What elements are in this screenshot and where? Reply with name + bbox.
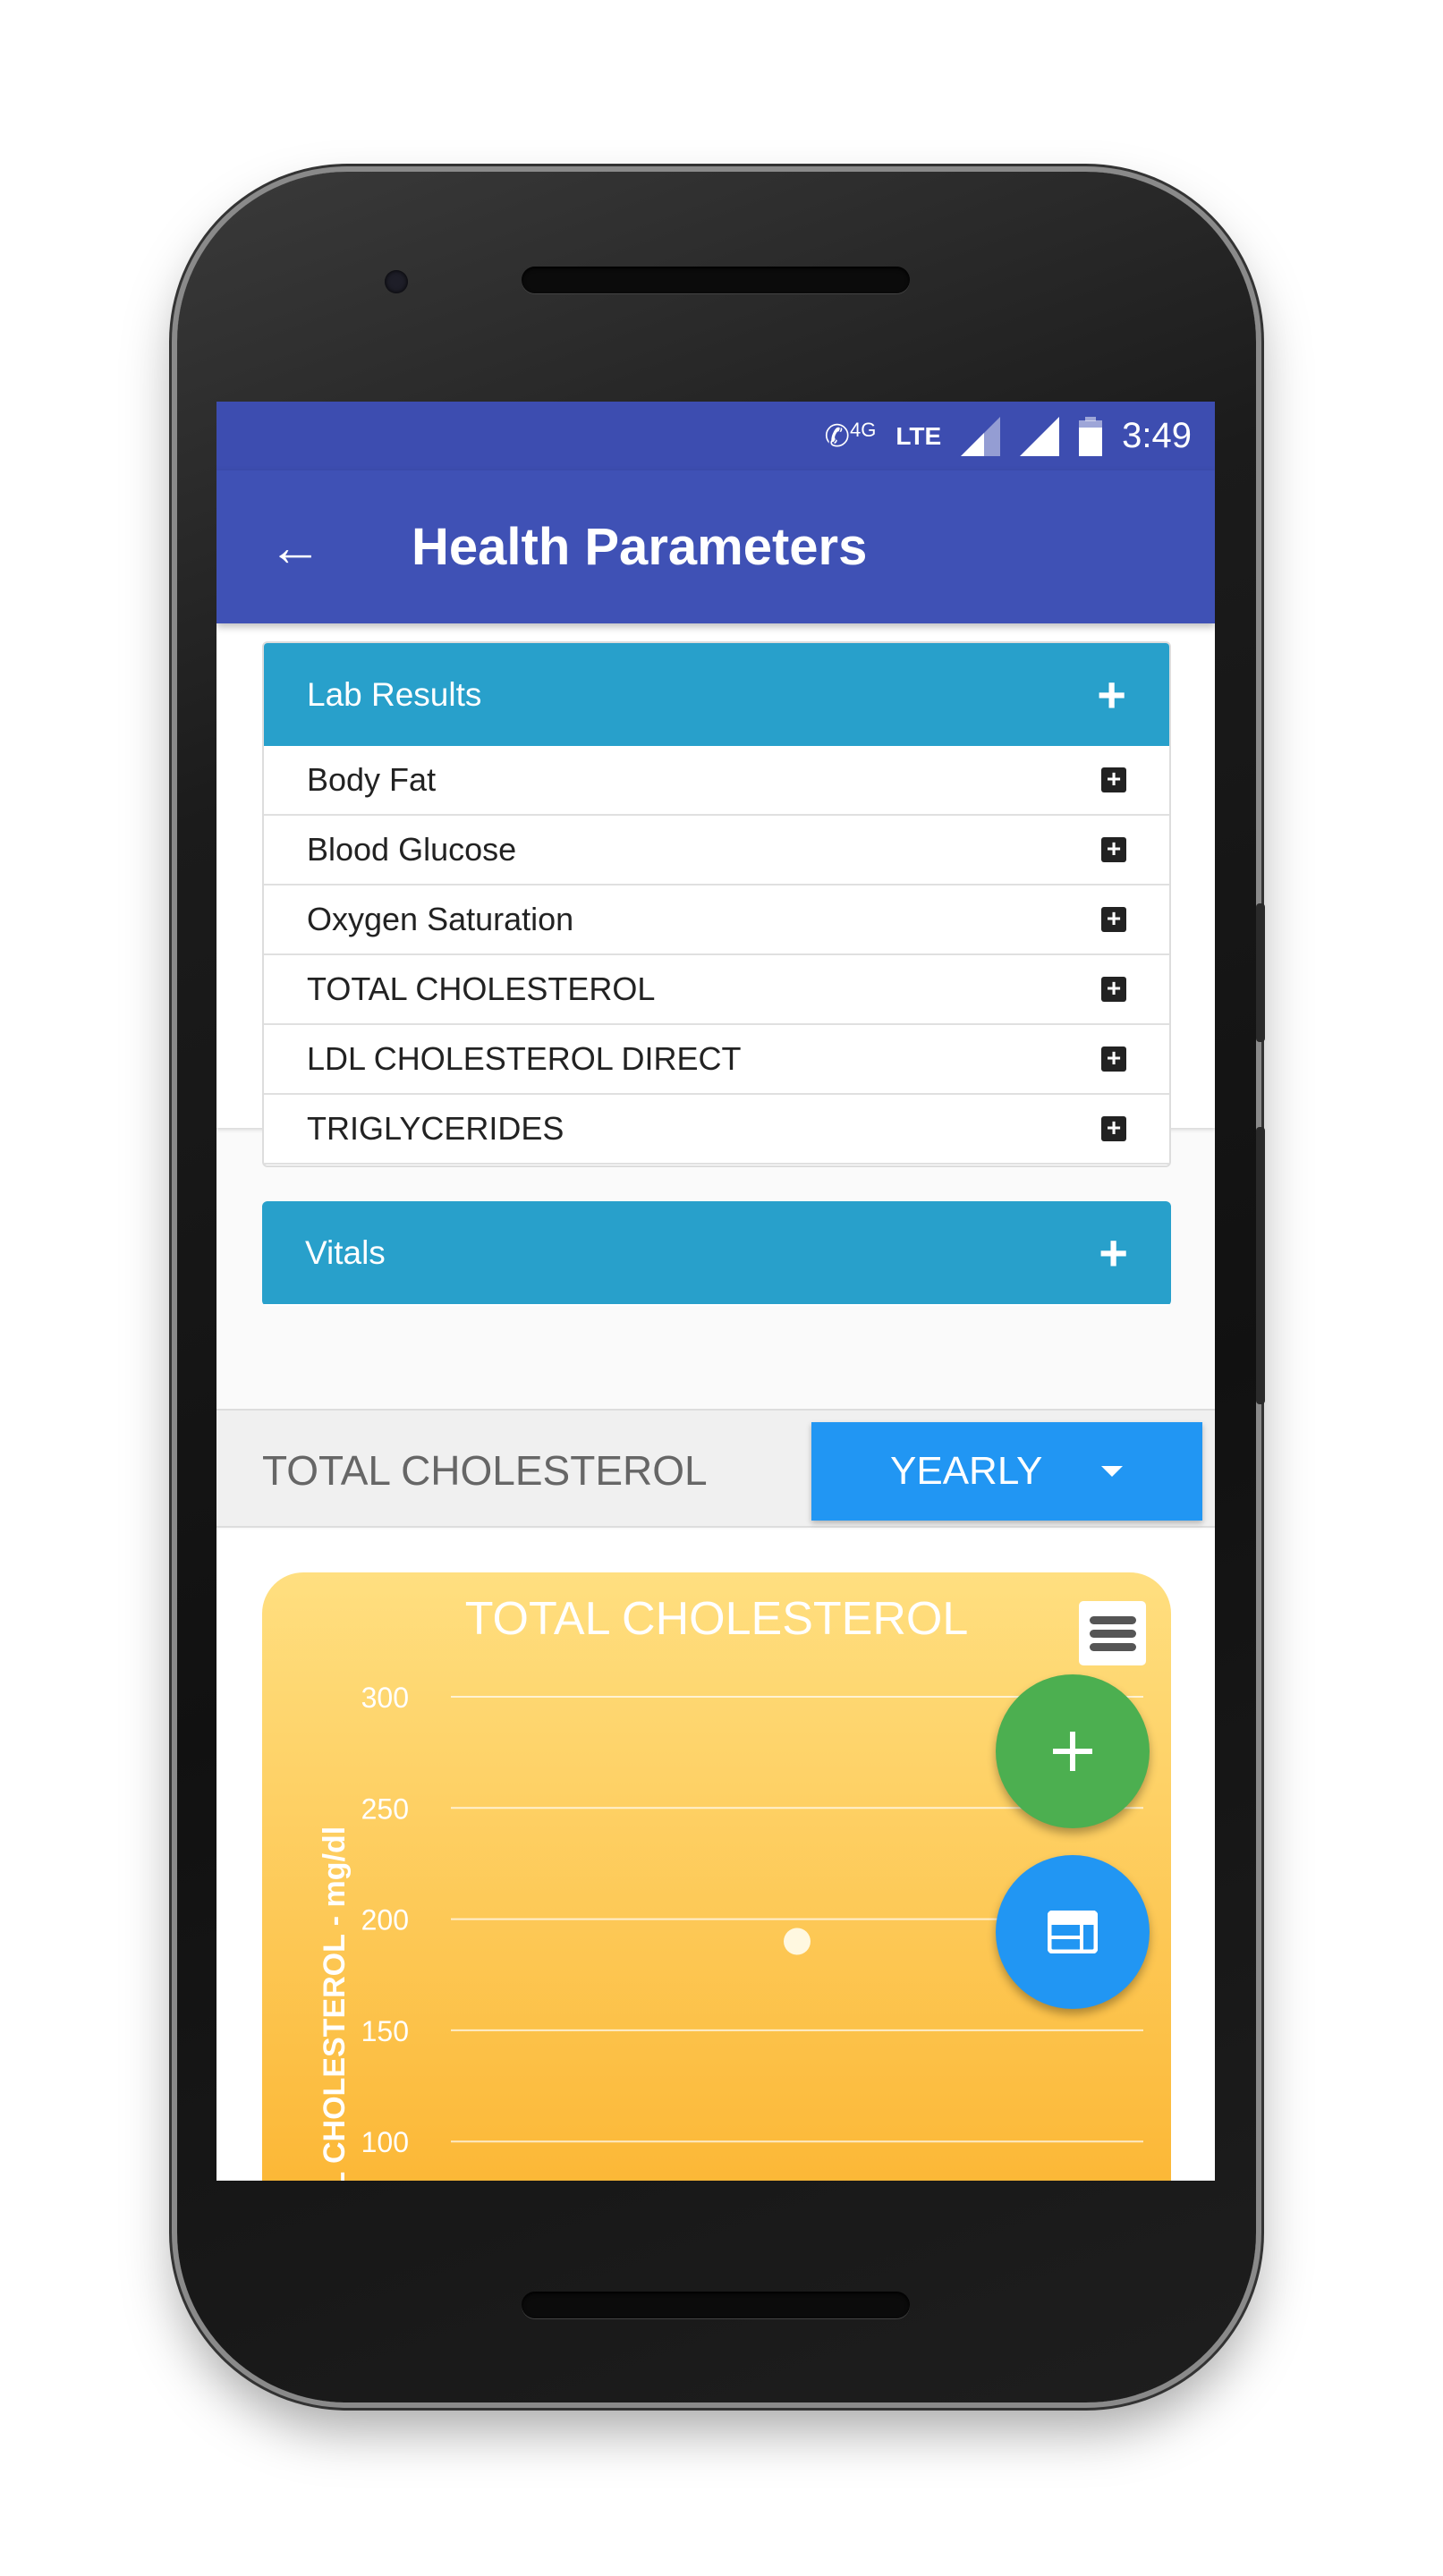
plus-box-icon[interactable]: + <box>1101 767 1126 792</box>
item-label: LDL CHOLESTEROL DIRECT <box>307 1040 742 1077</box>
period-select-value: YEARLY <box>890 1449 1043 1493</box>
y-axis-label: TOTAL CHOLESTEROL - mg/dl <box>318 1826 352 2181</box>
parameter-section-bar: TOTAL CHOLESTEROL YEARLY <box>216 1409 1215 1528</box>
status-bar: ✆4G LTE 3:49 <box>216 402 1215 470</box>
list-item[interactable]: Blood Glucose + <box>264 816 1169 886</box>
y-tick-label: 200 <box>361 1904 409 1936</box>
vitals-header[interactable]: Vitals + <box>262 1201 1171 1304</box>
y-tick-label: 250 <box>361 1792 409 1825</box>
plus-box-icon[interactable]: + <box>1101 1115 1126 1141</box>
plus-icon[interactable]: + <box>1097 665 1126 724</box>
add-reading-button[interactable] <box>996 1674 1150 1828</box>
item-label: TRIGLYCERIDES <box>307 1110 564 1147</box>
y-tick-label: 150 <box>361 2015 409 2047</box>
list-item[interactable]: Body Fat + <box>264 746 1169 816</box>
lab-results-label: Lab Results <box>307 675 482 713</box>
item-label: Blood Glucose <box>307 831 517 868</box>
page-title: Health Parameters <box>412 518 868 576</box>
power-button <box>1256 1127 1265 1404</box>
plus-box-icon[interactable]: + <box>1101 976 1126 1002</box>
parameters-panel: Lab Results + Body Fat + Blood Glucose + O… <box>216 623 1215 1306</box>
plus-box-icon[interactable]: + <box>1101 1046 1126 1072</box>
item-label: TOTAL CHOLESTEROL <box>307 970 656 1007</box>
toolbar: ← Health Parameters <box>216 470 1215 623</box>
section-title: TOTAL CHOLESTEROL <box>262 1447 708 1494</box>
arrow-left-icon[interactable]: ← <box>268 520 322 574</box>
caret-down-icon <box>1101 1466 1124 1477</box>
app-screen: ✆4G LTE 3:49 ← Health Parameters Lab Res… <box>216 402 1215 2181</box>
table-view-button[interactable] <box>996 1855 1150 2009</box>
network-type: LTE <box>896 421 942 450</box>
list-item[interactable]: Oxygen Saturation + <box>264 886 1169 955</box>
top-speaker <box>522 267 910 293</box>
network-call-label: 4G <box>849 418 877 441</box>
period-select[interactable]: YEARLY <box>811 1422 1202 1521</box>
vitals-label: Vitals <box>305 1233 386 1271</box>
plus-box-icon[interactable]: + <box>1101 836 1126 862</box>
y-tick-label: 300 <box>361 1682 409 1714</box>
list-item[interactable]: LDL CHOLESTEROL DIRECT + <box>264 1025 1169 1095</box>
data-point[interactable] <box>784 1928 811 1955</box>
bottom-speaker <box>522 2292 910 2318</box>
lab-results-header[interactable]: Lab Results + <box>264 643 1169 746</box>
list-item[interactable]: TRIGLYCERIDES + <box>264 1095 1169 1165</box>
plus-icon <box>1053 1732 1092 1771</box>
battery-icon <box>1079 416 1103 456</box>
plus-box-icon[interactable]: + <box>1101 906 1126 932</box>
chart-area: TOTAL CHOLESTEROL 300 250 200 150 100 TOTAL … <box>216 1530 1215 2181</box>
signal-icon-2 <box>1020 416 1060 456</box>
plus-icon[interactable]: + <box>1099 1224 1128 1282</box>
signal-icon <box>961 416 1001 456</box>
call-icon: ✆4G <box>824 418 877 453</box>
list-item[interactable]: TOTAL CHOLESTEROL + <box>264 955 1169 1025</box>
lab-results-accordion: Lab Results + Body Fat + Blood Glucose + O… <box>262 641 1171 1167</box>
y-tick-label: 100 <box>361 2126 409 2158</box>
item-label: Oxygen Saturation <box>307 901 574 937</box>
table-icon <box>1048 1911 1098 1953</box>
item-label: Body Fat <box>307 761 437 798</box>
clock: 3:49 <box>1122 416 1192 455</box>
volume-button <box>1256 903 1265 1042</box>
front-camera <box>385 270 408 293</box>
vitals-accordion: Vitals + <box>262 1201 1171 1306</box>
